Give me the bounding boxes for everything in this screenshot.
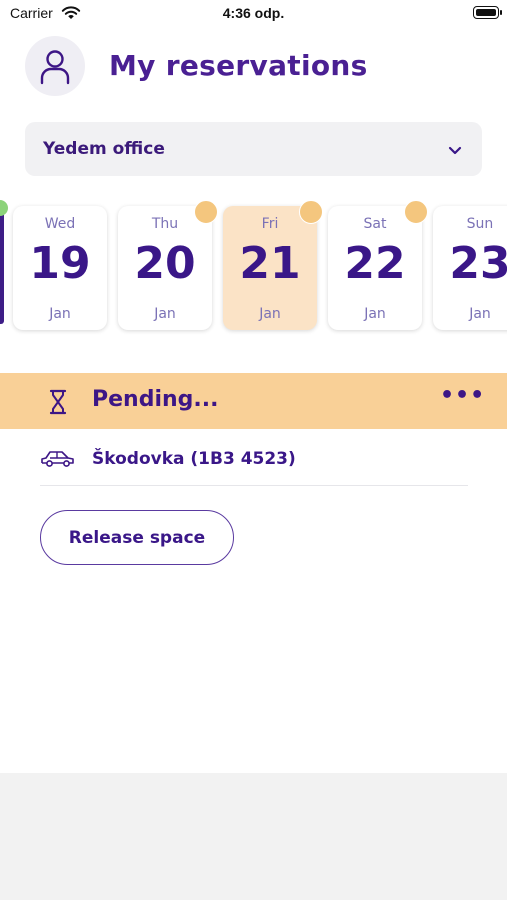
more-icon[interactable]: ••• — [440, 383, 485, 408]
day-weekday: Wed — [44, 216, 76, 232]
reservation-dot — [404, 200, 428, 224]
clock: 4:36 odp. — [222, 5, 285, 21]
vehicle-row: Škodovka (1B3 4523) — [40, 443, 468, 486]
day-month: Jan — [154, 306, 176, 322]
day-month: Jan — [469, 306, 491, 322]
vehicle-name: Škodovka (1B3 4523) — [92, 449, 296, 469]
available-dot — [0, 200, 8, 216]
avatar[interactable] — [25, 36, 85, 96]
previous-day-card[interactable] — [0, 206, 4, 324]
day-strip[interactable]: Wed 19 Jan Thu 20 Jan Fri 21 Jan Sat 22 … — [0, 196, 507, 341]
day-month: Jan — [364, 306, 386, 322]
office-select-value: Yedem office — [43, 139, 165, 159]
day-card-22[interactable]: Sat 22 Jan — [328, 206, 422, 330]
day-number: 22 — [344, 238, 406, 289]
day-card-20[interactable]: Thu 20 Jan — [118, 206, 212, 330]
day-number: 21 — [239, 238, 301, 289]
day-weekday: Sun — [466, 216, 494, 232]
day-card-19[interactable]: Wed 19 Jan — [13, 206, 107, 330]
day-number: 20 — [134, 238, 196, 289]
bottom-area — [0, 773, 507, 900]
user-icon — [40, 50, 70, 85]
car-icon — [40, 449, 76, 473]
reservation-dot — [194, 200, 218, 224]
day-month: Jan — [259, 306, 281, 322]
day-card-23[interactable]: Sun 23 Jan — [433, 206, 507, 330]
reservation-status-bar: Pending... ••• — [0, 373, 507, 429]
office-select[interactable]: Yedem office — [25, 122, 482, 176]
day-card-21[interactable]: Fri 21 Jan — [223, 206, 317, 330]
day-month: Jan — [49, 306, 71, 322]
page-title: My reservations — [109, 49, 368, 82]
release-space-label: Release space — [68, 528, 206, 548]
reservation-dot — [299, 200, 323, 224]
day-number: 19 — [29, 238, 91, 289]
chevron-down-icon — [448, 141, 462, 160]
day-number: 23 — [449, 238, 507, 289]
status-bar: Carrier 4:36 odp. — [0, 0, 507, 30]
battery-icon — [473, 6, 502, 19]
hourglass-icon — [49, 389, 67, 419]
release-space-button[interactable]: Release space — [40, 510, 234, 565]
reservation-status: Pending... — [92, 387, 219, 412]
